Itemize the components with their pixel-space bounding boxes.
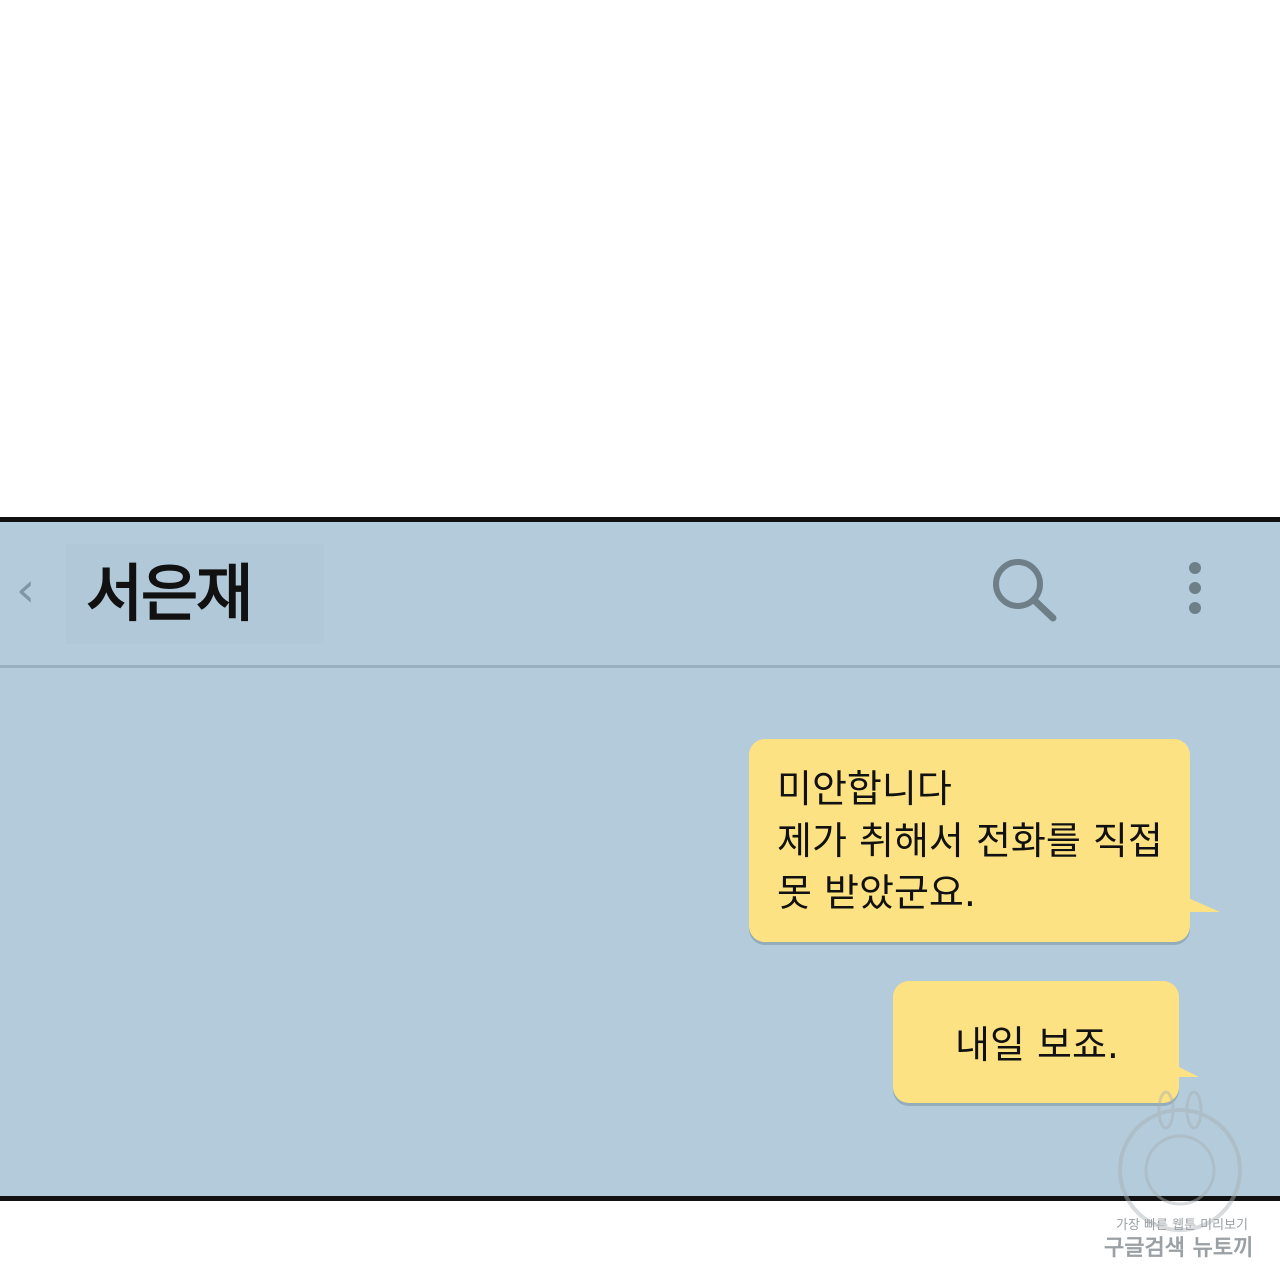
- message-bubble[interactable]: 미안합니다 제가 취해서 전화를 직접 못 받았군요.: [749, 739, 1220, 942]
- message-bubble[interactable]: 내일 보죠.: [893, 981, 1199, 1103]
- chevron-left-icon[interactable]: ‹: [16, 560, 46, 620]
- watermark-brand: 구글검색 뉴토끼: [1104, 1236, 1254, 1261]
- message-line: 제가 취해서 전화를 직접: [777, 819, 1163, 863]
- bubble-tail: [1175, 1065, 1199, 1077]
- bubble-tail: [1186, 897, 1220, 912]
- message-line: 내일 보죠.: [955, 1023, 1119, 1067]
- search-icon[interactable]: [990, 558, 1060, 624]
- title-area: 서은재: [66, 544, 324, 644]
- message-line: 미안합니다: [777, 767, 952, 811]
- chat-title: 서은재: [86, 557, 253, 630]
- chat-header: ‹ 서은재: [0, 522, 1280, 668]
- message-line: 못 받았군요.: [777, 871, 976, 915]
- message-text: 미안합니다 제가 취해서 전화를 직접 못 받았군요.: [777, 763, 1163, 919]
- message-text: 내일 보죠.: [955, 1019, 1119, 1071]
- more-vertical-icon[interactable]: [1184, 558, 1206, 618]
